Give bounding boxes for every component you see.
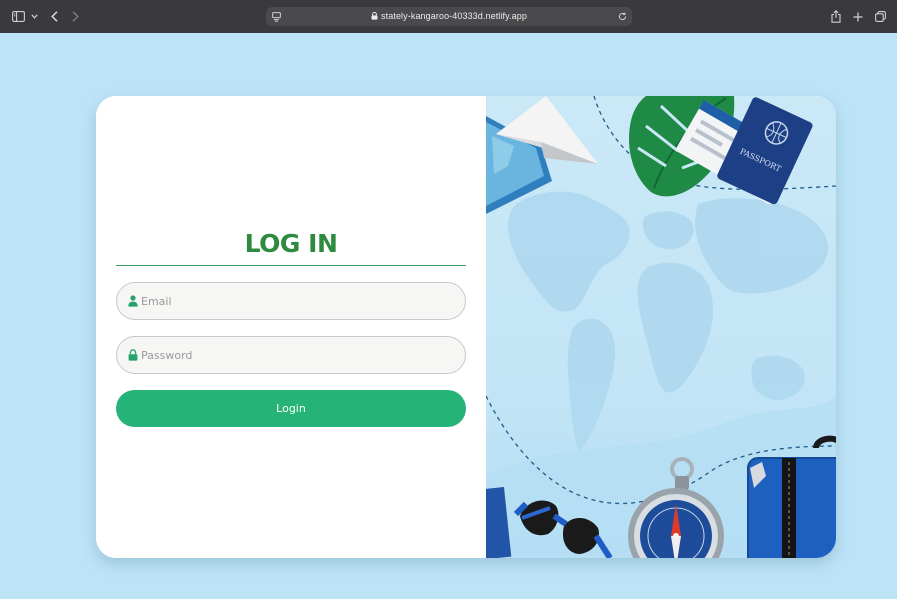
login-button[interactable]: Login — [116, 390, 466, 427]
back-icon[interactable] — [49, 8, 59, 25]
email-field[interactable] — [116, 282, 466, 320]
tabs-overview-icon[interactable] — [874, 8, 886, 25]
sidebar-icon[interactable] — [11, 8, 25, 25]
user-icon — [128, 295, 138, 307]
password-field[interactable] — [116, 336, 466, 374]
browser-toolbar: stately-kangaroo-40333d.netlify.app — [0, 0, 897, 33]
new-tab-icon[interactable] — [852, 8, 863, 25]
lock-icon — [371, 12, 378, 20]
travel-illustration: PASSPORT — [486, 96, 836, 558]
reload-icon[interactable] — [617, 11, 627, 22]
login-card: LOG IN Login — [96, 96, 836, 558]
address-bar[interactable]: stately-kangaroo-40333d.netlify.app — [266, 7, 632, 26]
password-input[interactable] — [141, 337, 451, 373]
title-divider — [116, 265, 466, 266]
illustration-canvas: PASSPORT — [486, 96, 836, 558]
lock-icon — [128, 349, 138, 361]
page-title: LOG IN — [244, 229, 338, 258]
login-form: LOG IN Login — [96, 96, 486, 558]
url-text: stately-kangaroo-40333d.netlify.app — [266, 7, 632, 26]
url: stately-kangaroo-40333d.netlify.app — [381, 11, 527, 21]
email-input[interactable] — [141, 283, 451, 319]
chevron-down-icon[interactable] — [30, 8, 39, 25]
forward-icon[interactable] — [70, 8, 80, 25]
share-icon[interactable] — [830, 8, 841, 25]
